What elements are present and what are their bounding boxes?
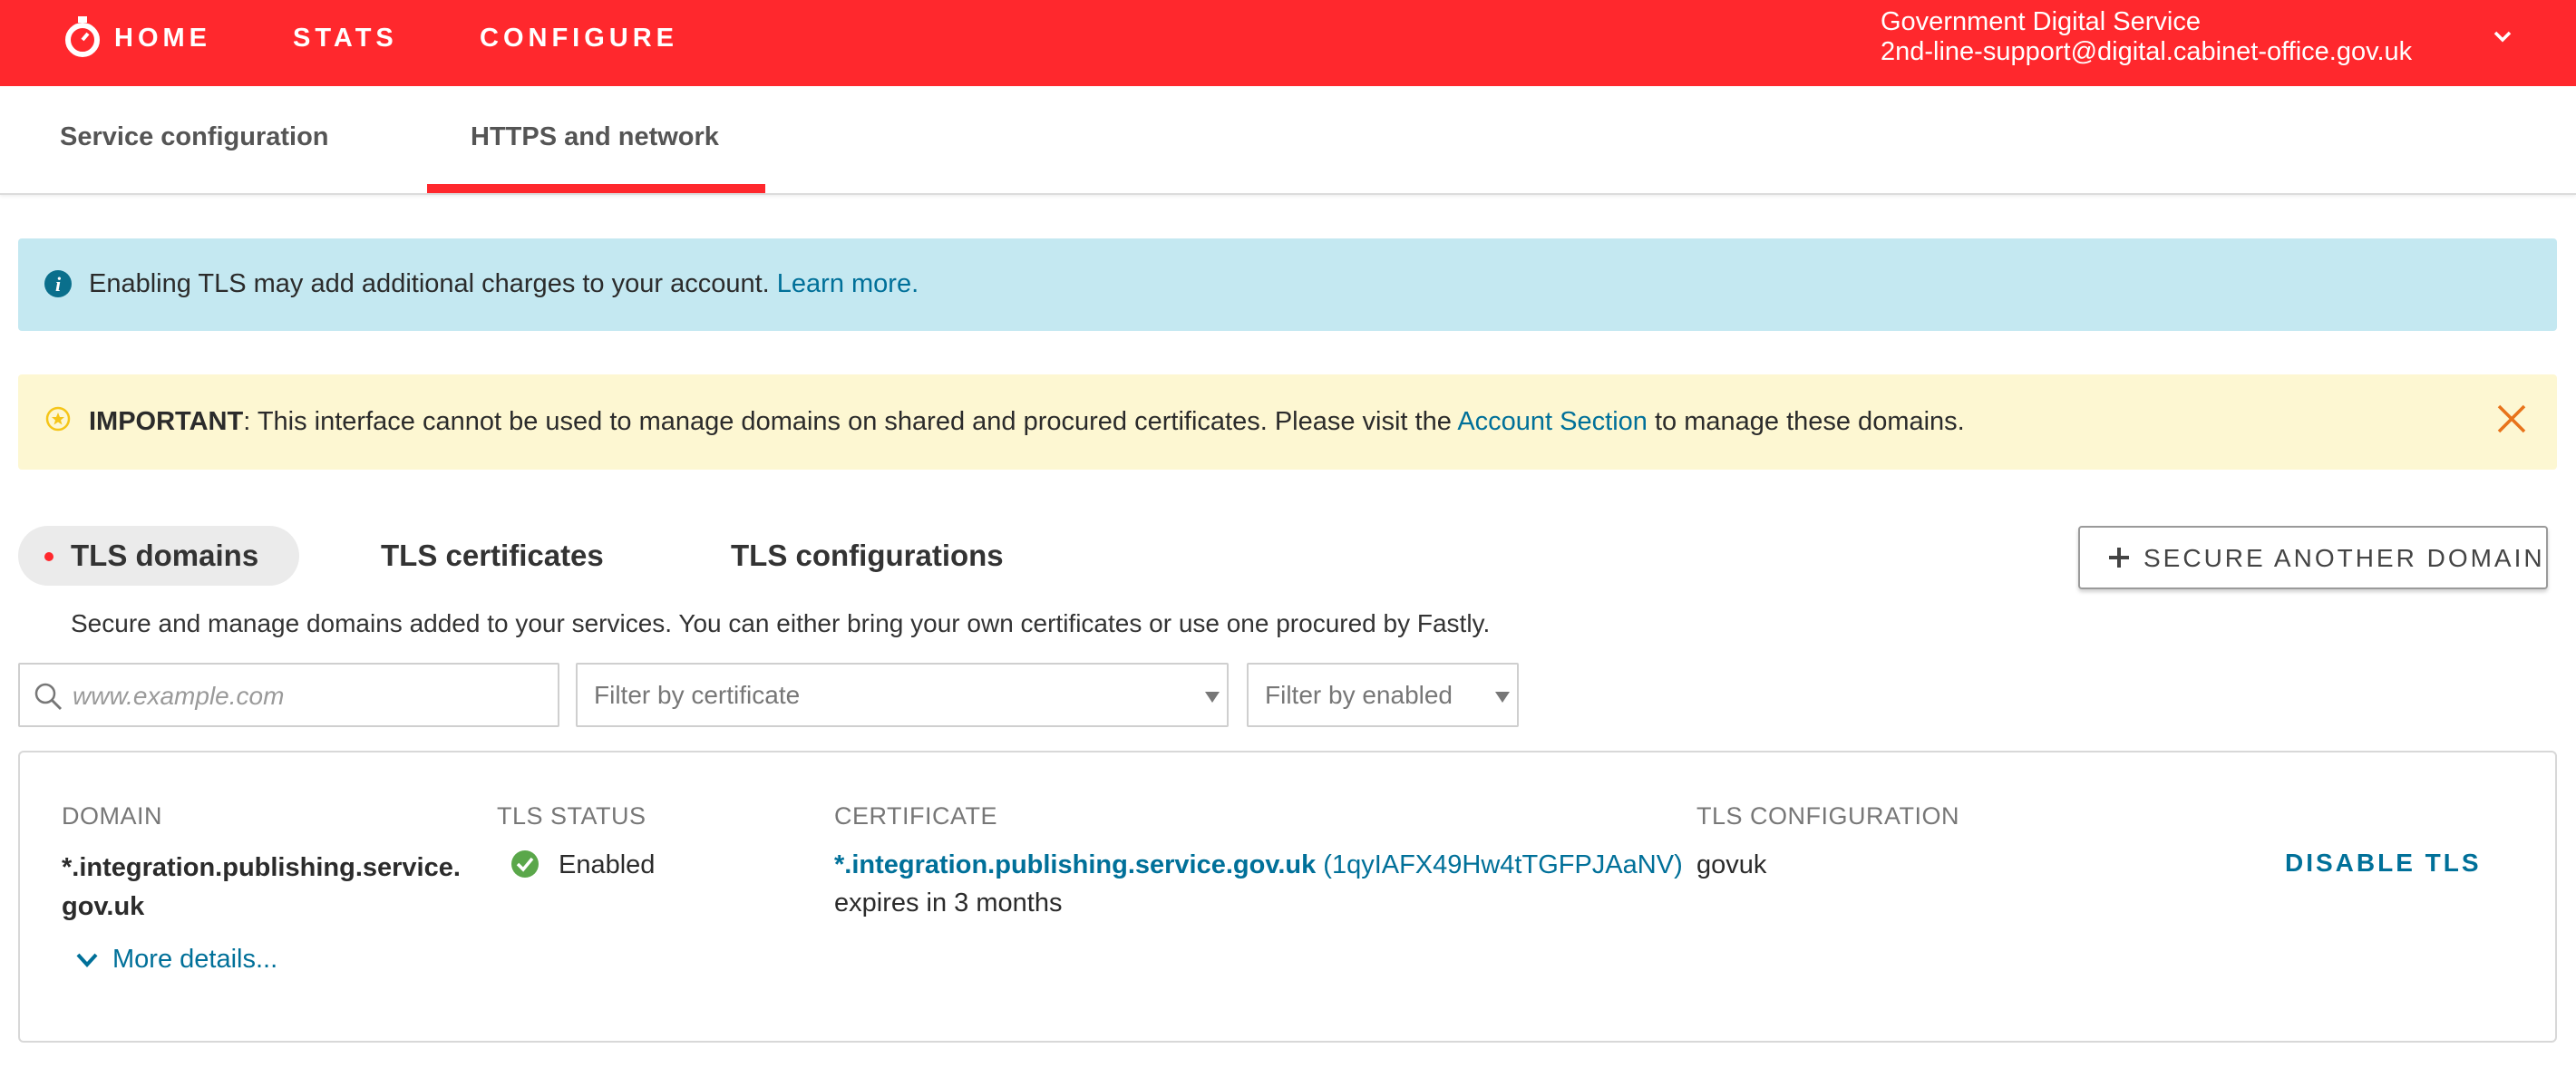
nav-stats[interactable]: STATS bbox=[293, 24, 398, 53]
nav-configure[interactable]: CONFIGURE bbox=[480, 24, 678, 53]
column-header-domain: DOMAIN bbox=[62, 802, 162, 830]
tls-charges-info-banner: i Enabling TLS may add additional charge… bbox=[18, 238, 2557, 331]
caret-down-icon bbox=[1495, 692, 1510, 703]
secure-button-label: SECURE ANOTHER DOMAIN bbox=[2143, 544, 2545, 572]
secure-another-domain-button[interactable]: SECURE ANOTHER DOMAIN bbox=[2078, 526, 2548, 589]
configuration-subtabs: Service configuration HTTPS and network bbox=[0, 86, 2576, 195]
fastly-logo-icon[interactable] bbox=[62, 15, 103, 58]
tab-tls-domains[interactable]: TLS domains bbox=[18, 526, 299, 586]
domain-name: *.integration.publishing.service.gov.uk bbox=[62, 853, 461, 921]
account-section-link[interactable]: Account Section bbox=[1457, 407, 1648, 436]
column-header-tls-configuration: TLS CONFIGURATION bbox=[1696, 802, 1960, 830]
warning-label: IMPORTANT bbox=[89, 407, 244, 436]
tls-domain-card: DOMAIN TLS STATUS CERTIFICATE TLS CONFIG… bbox=[18, 751, 2557, 1043]
active-tab-indicator bbox=[427, 184, 765, 193]
chevron-down-icon[interactable] bbox=[2492, 25, 2513, 47]
nav-home[interactable]: HOME bbox=[114, 24, 211, 53]
certificate-line: *.integration.publishing.service.gov.uk … bbox=[834, 850, 1683, 880]
close-icon[interactable] bbox=[2493, 401, 2530, 437]
certificate-filter-select[interactable]: Filter by certificate bbox=[576, 663, 1229, 727]
enabled-filter-select[interactable]: Filter by enabled bbox=[1247, 663, 1519, 727]
tab-tls-domains-label: TLS domains bbox=[71, 539, 259, 572]
important-warning-banner: IMPORTANT: This interface cannot be used… bbox=[18, 374, 2557, 470]
disable-tls-button[interactable]: DISABLE TLS bbox=[2285, 849, 2482, 878]
account-org: Government Digital Service bbox=[1881, 7, 2201, 36]
domain-search-input[interactable] bbox=[71, 677, 546, 715]
certificate-filter-placeholder: Filter by certificate bbox=[594, 681, 801, 709]
tls-status-text: Enabled bbox=[559, 850, 656, 879]
section-description: Secure and manage domains added to your … bbox=[71, 609, 1491, 637]
warning-message: : This interface cannot be used to manag… bbox=[243, 407, 1458, 436]
tab-tls-certificates[interactable]: TLS certificates bbox=[381, 526, 604, 586]
check-circle-icon bbox=[511, 850, 539, 878]
info-icon: i bbox=[44, 270, 72, 297]
account-menu[interactable]: Government Digital Service 2nd-line-supp… bbox=[1881, 7, 2412, 67]
svg-text:i: i bbox=[55, 273, 62, 296]
search-icon bbox=[34, 683, 63, 711]
learn-more-link[interactable]: Learn more. bbox=[777, 269, 919, 298]
tab-tls-configurations[interactable]: TLS configurations bbox=[731, 526, 1004, 586]
certificate-link[interactable]: *.integration.publishing.service.gov.uk bbox=[834, 850, 1316, 879]
domain-search-box bbox=[18, 663, 559, 727]
tls-configuration-value: govuk bbox=[1696, 850, 1767, 879]
account-email: 2nd-line-support@digital.cabinet-office.… bbox=[1881, 37, 2413, 66]
certificate-id-link[interactable]: (1qyIAFX49Hw4tTGFPJAaNV) bbox=[1323, 850, 1682, 879]
info-message: Enabling TLS may add additional charges … bbox=[89, 269, 770, 298]
column-header-tls-status: TLS STATUS bbox=[497, 802, 646, 830]
star-icon bbox=[45, 406, 71, 432]
enabled-filter-placeholder: Filter by enabled bbox=[1265, 681, 1453, 709]
more-details-label: More details... bbox=[112, 945, 278, 974]
warning-message-end: to manage these domains. bbox=[1647, 407, 1965, 436]
tab-https-and-network[interactable]: HTTPS and network bbox=[471, 122, 719, 152]
chevron-down-icon bbox=[76, 953, 98, 967]
plus-icon bbox=[2109, 548, 2129, 568]
tab-service-configuration[interactable]: Service configuration bbox=[60, 122, 329, 152]
certificate-expiry: expires in 3 months bbox=[834, 888, 1063, 918]
active-dot-icon bbox=[44, 552, 53, 561]
column-header-certificate: CERTIFICATE bbox=[834, 802, 998, 830]
info-banner-text: Enabling TLS may add additional charges … bbox=[89, 269, 919, 299]
warning-text: IMPORTANT: This interface cannot be used… bbox=[89, 407, 1965, 437]
top-navigation: HOME STATS CONFIGURE Government Digital … bbox=[0, 0, 2576, 86]
caret-down-icon bbox=[1205, 692, 1220, 703]
